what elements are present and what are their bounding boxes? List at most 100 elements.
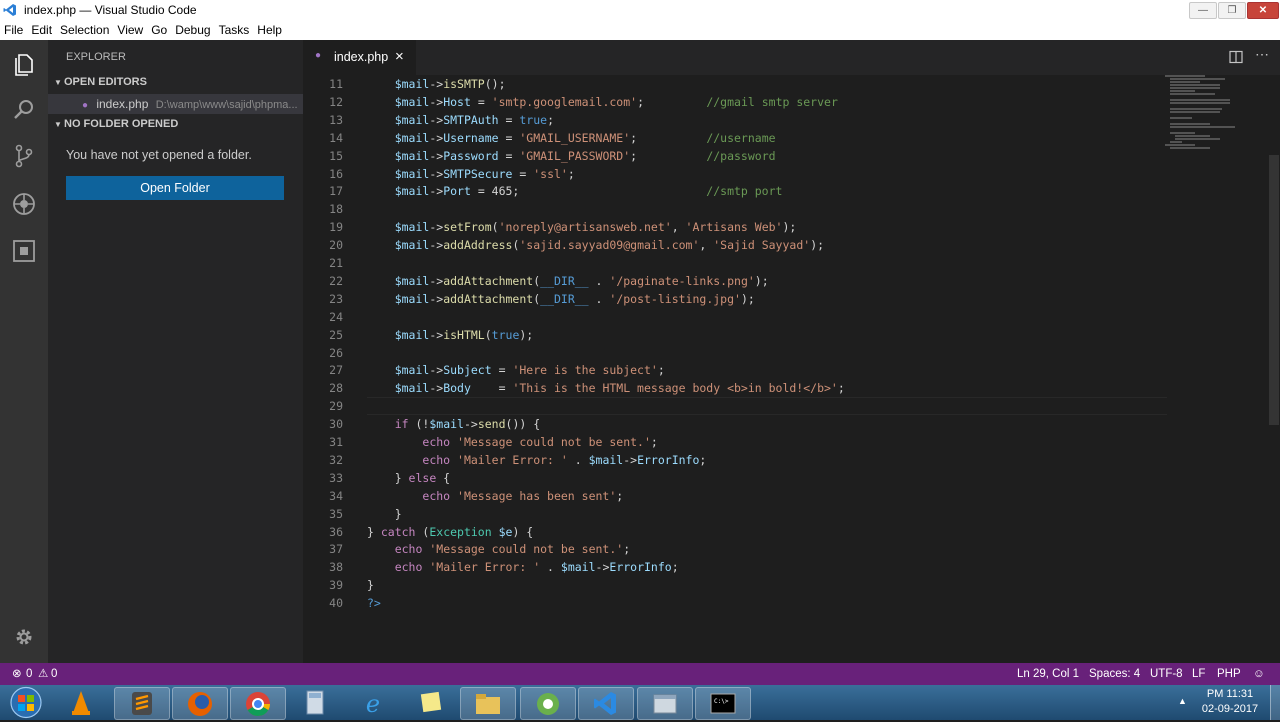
no-folder-section[interactable]: ▼ NO FOLDER OPENED — [48, 114, 303, 134]
line-text[interactable]: $mail->addAttachment(__DIR__ . '/paginat… — [367, 272, 769, 290]
line-text[interactable]: if (!$mail->send()) { — [367, 415, 540, 433]
errors-icon[interactable]: ⊗ — [12, 663, 22, 685]
menu-selection[interactable]: Selection — [56, 20, 113, 40]
code-lines[interactable]: 11 $mail->isSMTP(); 12 $mail->Host = 'smt… — [303, 75, 1167, 663]
code-line[interactable]: 36} catch (Exception $e) { — [303, 523, 1163, 541]
vlc-icon[interactable] — [54, 687, 108, 718]
end-of-line[interactable]: LF — [1192, 663, 1205, 685]
code-line[interactable]: 12 $mail->Host = 'smtp.googlemail.com'; … — [303, 93, 1163, 111]
code-line[interactable]: 18 — [303, 200, 1163, 218]
code-line[interactable]: 35 } — [303, 505, 1163, 523]
code-line[interactable]: 19 $mail->setFrom('noreply@artisansweb.n… — [303, 218, 1163, 236]
line-text[interactable]: $mail->setFrom('noreply@artisansweb.net'… — [367, 218, 797, 236]
menu-tasks[interactable]: Tasks — [215, 20, 254, 40]
line-text[interactable]: $mail->Subject = 'Here is the subject'; — [367, 361, 665, 379]
code-line[interactable]: 14 $mail->Username = 'GMAIL_USERNAME'; /… — [303, 129, 1163, 147]
close-tab-icon[interactable]: × — [395, 48, 404, 65]
code-line[interactable]: 16 $mail->SMTPSecure = 'ssl'; — [303, 165, 1163, 183]
file-explorer-icon[interactable] — [460, 687, 516, 720]
line-text[interactable]: } catch (Exception $e) { — [367, 523, 533, 541]
tab-index-php[interactable]: ● index.php × — [303, 40, 416, 75]
code-line[interactable]: 40 ?> — [303, 594, 1163, 612]
code-line[interactable]: 34 echo 'Message has been sent'; — [303, 487, 1163, 505]
calculator-icon[interactable] — [288, 687, 342, 718]
cursor-position[interactable]: Ln 29, Col 1 — [1017, 663, 1079, 685]
gear-icon[interactable] — [12, 625, 36, 649]
code-line[interactable]: 32 echo 'Mailer Error: ' . $mail->ErrorI… — [303, 451, 1163, 469]
vscode-icon[interactable] — [578, 687, 634, 720]
code-line[interactable]: 20 $mail->addAddress('sajid.sayyad09@gma… — [303, 236, 1163, 254]
code-line[interactable]: 30 if (!$mail->send()) { — [303, 415, 1163, 433]
code-line[interactable]: 23 $mail->addAttachment(__DIR__ . '/post… — [303, 290, 1163, 308]
firefox-icon[interactable] — [172, 687, 228, 720]
code-line[interactable]: 13 $mail->SMTPAuth = true; — [303, 111, 1163, 129]
menu-help[interactable]: Help — [253, 20, 286, 40]
line-text[interactable]: } else { — [367, 469, 450, 487]
more-actions-icon[interactable]: ⋯ — [1255, 46, 1269, 63]
code-line[interactable]: 37 echo 'Message could not be sent.'; — [303, 540, 1163, 558]
internet-explorer-icon[interactable]: e — [346, 687, 400, 718]
indentation[interactable]: Spaces: 4 — [1089, 663, 1140, 685]
extensions-icon[interactable] — [10, 237, 38, 265]
line-text[interactable]: echo 'Message could not be sent.'; — [367, 540, 630, 558]
open-folder-button[interactable]: Open Folder — [66, 176, 284, 200]
open-editor-item[interactable]: ● index.php D:\wamp\www\sajid\phpma... — [48, 94, 303, 114]
code-line[interactable]: 29 — [303, 397, 1167, 416]
start-button[interactable] — [6, 685, 46, 720]
sublime-text-icon[interactable] — [114, 687, 170, 720]
code-line[interactable]: 17 $mail->Port = 465; //smtp port — [303, 182, 1163, 200]
line-text[interactable]: $mail->isHTML(true); — [367, 326, 534, 344]
menu-file[interactable]: File — [0, 20, 27, 40]
code-line[interactable]: 33 } else { — [303, 469, 1163, 487]
code-editor[interactable]: 11 $mail->isSMTP(); 12 $mail->Host = 'smt… — [303, 75, 1280, 663]
warning-icon[interactable]: ⚠ — [38, 663, 48, 685]
code-line[interactable]: 25 $mail->isHTML(true); — [303, 326, 1163, 344]
line-text[interactable]: $mail->addAttachment(__DIR__ . '/post-li… — [367, 290, 755, 308]
sticky-notes-icon[interactable] — [404, 687, 458, 718]
search-icon[interactable] — [10, 96, 38, 124]
line-text[interactable]: echo 'Mailer Error: ' . $mail->ErrorInfo… — [367, 451, 706, 469]
files-icon[interactable] — [10, 50, 38, 78]
line-text[interactable]: $mail->Password = 'GMAIL_PASSWORD'; //pa… — [367, 147, 776, 165]
menu-view[interactable]: View — [113, 20, 147, 40]
debug-icon[interactable] — [10, 190, 38, 218]
code-line[interactable]: 22 $mail->addAttachment(__DIR__ . '/pagi… — [303, 272, 1163, 290]
code-line[interactable]: 31 echo 'Message could not be sent.'; — [303, 433, 1163, 451]
split-editor-icon[interactable] — [1229, 50, 1243, 64]
line-text[interactable]: $mail->Host = 'smtp.googlemail.com'; //g… — [367, 93, 838, 111]
line-text[interactable]: $mail->SMTPAuth = true; — [367, 111, 554, 129]
menu-debug[interactable]: Debug — [171, 20, 214, 40]
line-text[interactable]: echo 'Mailer Error: ' . $mail->ErrorInfo… — [367, 558, 679, 576]
code-line[interactable]: 24 — [303, 308, 1163, 326]
line-text[interactable]: $mail->Port = 465; //smtp port — [367, 182, 783, 200]
encoding[interactable]: UTF-8 — [1150, 663, 1183, 685]
source-control-icon[interactable] — [10, 142, 38, 170]
line-text[interactable]: $mail->addAddress('sajid.sayyad09@gmail.… — [367, 236, 824, 254]
code-line[interactable]: 27 $mail->Subject = 'Here is the subject… — [303, 361, 1163, 379]
line-text[interactable]: } — [367, 576, 374, 594]
line-text[interactable]: $mail->Username = 'GMAIL_USERNAME'; //us… — [367, 129, 776, 147]
menu-edit[interactable]: Edit — [27, 20, 56, 40]
code-line[interactable]: 11 $mail->isSMTP(); — [303, 75, 1163, 93]
vertical-scrollbar[interactable] — [1269, 155, 1279, 425]
code-line[interactable]: 38 echo 'Mailer Error: ' . $mail->ErrorI… — [303, 558, 1163, 576]
warning-count[interactable]: 0 — [51, 663, 57, 685]
minimap[interactable] — [1165, 75, 1265, 155]
feedback-smiley-icon[interactable]: ☺ — [1253, 663, 1265, 685]
maximize-button[interactable]: ❐ — [1218, 2, 1246, 19]
tray-expand-icon[interactable]: ▲ — [1178, 696, 1187, 706]
camtasia-icon[interactable] — [520, 687, 576, 720]
close-window-button[interactable]: ✕ — [1247, 2, 1279, 19]
code-line[interactable]: 21 — [303, 254, 1163, 272]
cmd-icon[interactable]: C:\> — [695, 687, 751, 720]
chrome-icon[interactable] — [230, 687, 286, 720]
code-line[interactable]: 28 $mail->Body = 'This is the HTML messa… — [303, 379, 1163, 397]
code-line[interactable]: 39} — [303, 576, 1163, 594]
menu-go[interactable]: Go — [147, 20, 171, 40]
code-line[interactable]: 15 $mail->Password = 'GMAIL_PASSWORD'; /… — [303, 147, 1163, 165]
code-line[interactable]: 26 — [303, 344, 1163, 362]
folder-window-icon[interactable] — [637, 687, 693, 720]
language-mode[interactable]: PHP — [1217, 663, 1241, 685]
system-clock[interactable]: PM 11:31 02-09-2017 — [1196, 687, 1264, 717]
line-text[interactable]: $mail->SMTPSecure = 'ssl'; — [367, 165, 575, 183]
